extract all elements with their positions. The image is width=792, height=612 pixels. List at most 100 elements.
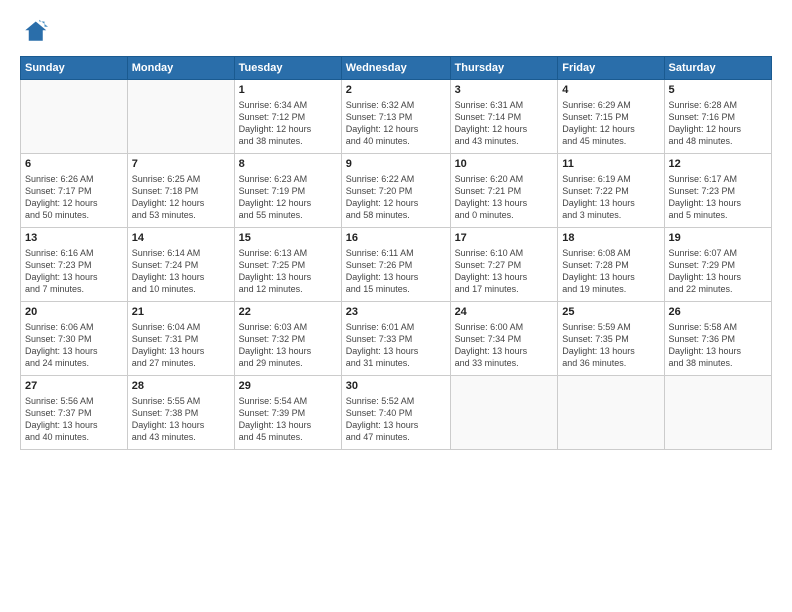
day-info: Sunrise: 6:22 AM Sunset: 7:20 PM Dayligh… [346,173,446,222]
day-number: 29 [239,379,337,394]
week-row-1: 1Sunrise: 6:34 AM Sunset: 7:12 PM Daylig… [21,80,772,154]
day-header-monday: Monday [127,57,234,80]
day-info: Sunrise: 6:23 AM Sunset: 7:19 PM Dayligh… [239,173,337,222]
calendar-cell: 23Sunrise: 6:01 AM Sunset: 7:33 PM Dayli… [341,302,450,376]
calendar-body: 1Sunrise: 6:34 AM Sunset: 7:12 PM Daylig… [21,80,772,450]
calendar-cell: 24Sunrise: 6:00 AM Sunset: 7:34 PM Dayli… [450,302,558,376]
calendar-cell: 21Sunrise: 6:04 AM Sunset: 7:31 PM Dayli… [127,302,234,376]
day-info: Sunrise: 5:55 AM Sunset: 7:38 PM Dayligh… [132,395,230,444]
day-info: Sunrise: 6:07 AM Sunset: 7:29 PM Dayligh… [669,247,767,296]
calendar-cell: 25Sunrise: 5:59 AM Sunset: 7:35 PM Dayli… [558,302,664,376]
day-number: 12 [669,157,767,172]
day-info: Sunrise: 5:56 AM Sunset: 7:37 PM Dayligh… [25,395,123,444]
calendar-cell: 20Sunrise: 6:06 AM Sunset: 7:30 PM Dayli… [21,302,128,376]
calendar-cell: 27Sunrise: 5:56 AM Sunset: 7:37 PM Dayli… [21,376,128,450]
calendar-cell [21,80,128,154]
day-info: Sunrise: 5:58 AM Sunset: 7:36 PM Dayligh… [669,321,767,370]
day-info: Sunrise: 6:31 AM Sunset: 7:14 PM Dayligh… [455,99,554,148]
day-number: 10 [455,157,554,172]
calendar-cell [127,80,234,154]
calendar-cell: 3Sunrise: 6:31 AM Sunset: 7:14 PM Daylig… [450,80,558,154]
day-number: 7 [132,157,230,172]
calendar-cell [664,376,771,450]
day-header-saturday: Saturday [664,57,771,80]
day-number: 17 [455,231,554,246]
calendar-cell: 4Sunrise: 6:29 AM Sunset: 7:15 PM Daylig… [558,80,664,154]
day-info: Sunrise: 6:04 AM Sunset: 7:31 PM Dayligh… [132,321,230,370]
day-number: 3 [455,83,554,98]
day-info: Sunrise: 6:14 AM Sunset: 7:24 PM Dayligh… [132,247,230,296]
day-info: Sunrise: 6:06 AM Sunset: 7:30 PM Dayligh… [25,321,123,370]
calendar-table: SundayMondayTuesdayWednesdayThursdayFrid… [20,56,772,450]
day-number: 6 [25,157,123,172]
day-info: Sunrise: 6:11 AM Sunset: 7:26 PM Dayligh… [346,247,446,296]
week-row-2: 6Sunrise: 6:26 AM Sunset: 7:17 PM Daylig… [21,154,772,228]
week-row-3: 13Sunrise: 6:16 AM Sunset: 7:23 PM Dayli… [21,228,772,302]
calendar-cell: 11Sunrise: 6:19 AM Sunset: 7:22 PM Dayli… [558,154,664,228]
calendar-cell: 1Sunrise: 6:34 AM Sunset: 7:12 PM Daylig… [234,80,341,154]
header [20,18,772,46]
day-info: Sunrise: 5:52 AM Sunset: 7:40 PM Dayligh… [346,395,446,444]
calendar-cell: 7Sunrise: 6:25 AM Sunset: 7:18 PM Daylig… [127,154,234,228]
day-number: 19 [669,231,767,246]
day-info: Sunrise: 6:00 AM Sunset: 7:34 PM Dayligh… [455,321,554,370]
day-number: 5 [669,83,767,98]
calendar-cell: 18Sunrise: 6:08 AM Sunset: 7:28 PM Dayli… [558,228,664,302]
calendar-cell: 13Sunrise: 6:16 AM Sunset: 7:23 PM Dayli… [21,228,128,302]
day-info: Sunrise: 6:16 AM Sunset: 7:23 PM Dayligh… [25,247,123,296]
day-info: Sunrise: 6:19 AM Sunset: 7:22 PM Dayligh… [562,173,659,222]
day-number: 11 [562,157,659,172]
day-info: Sunrise: 6:20 AM Sunset: 7:21 PM Dayligh… [455,173,554,222]
calendar-cell: 12Sunrise: 6:17 AM Sunset: 7:23 PM Dayli… [664,154,771,228]
day-number: 18 [562,231,659,246]
calendar-cell: 26Sunrise: 5:58 AM Sunset: 7:36 PM Dayli… [664,302,771,376]
day-number: 13 [25,231,123,246]
calendar-cell: 16Sunrise: 6:11 AM Sunset: 7:26 PM Dayli… [341,228,450,302]
calendar-cell: 10Sunrise: 6:20 AM Sunset: 7:21 PM Dayli… [450,154,558,228]
day-header-tuesday: Tuesday [234,57,341,80]
day-number: 22 [239,305,337,320]
day-number: 25 [562,305,659,320]
calendar-cell [558,376,664,450]
day-info: Sunrise: 6:25 AM Sunset: 7:18 PM Dayligh… [132,173,230,222]
day-info: Sunrise: 6:03 AM Sunset: 7:32 PM Dayligh… [239,321,337,370]
day-info: Sunrise: 6:13 AM Sunset: 7:25 PM Dayligh… [239,247,337,296]
day-info: Sunrise: 6:29 AM Sunset: 7:15 PM Dayligh… [562,99,659,148]
calendar-header-row: SundayMondayTuesdayWednesdayThursdayFrid… [21,57,772,80]
calendar-cell: 30Sunrise: 5:52 AM Sunset: 7:40 PM Dayli… [341,376,450,450]
logo-icon [20,18,48,46]
calendar-cell: 29Sunrise: 5:54 AM Sunset: 7:39 PM Dayli… [234,376,341,450]
day-number: 26 [669,305,767,320]
week-row-4: 20Sunrise: 6:06 AM Sunset: 7:30 PM Dayli… [21,302,772,376]
day-info: Sunrise: 6:28 AM Sunset: 7:16 PM Dayligh… [669,99,767,148]
calendar-cell: 6Sunrise: 6:26 AM Sunset: 7:17 PM Daylig… [21,154,128,228]
calendar-cell [450,376,558,450]
day-info: Sunrise: 6:26 AM Sunset: 7:17 PM Dayligh… [25,173,123,222]
day-info: Sunrise: 6:34 AM Sunset: 7:12 PM Dayligh… [239,99,337,148]
day-header-sunday: Sunday [21,57,128,80]
day-info: Sunrise: 5:59 AM Sunset: 7:35 PM Dayligh… [562,321,659,370]
day-number: 4 [562,83,659,98]
day-info: Sunrise: 6:32 AM Sunset: 7:13 PM Dayligh… [346,99,446,148]
logo [20,18,52,46]
calendar-cell: 8Sunrise: 6:23 AM Sunset: 7:19 PM Daylig… [234,154,341,228]
calendar-cell: 17Sunrise: 6:10 AM Sunset: 7:27 PM Dayli… [450,228,558,302]
day-info: Sunrise: 6:08 AM Sunset: 7:28 PM Dayligh… [562,247,659,296]
day-header-wednesday: Wednesday [341,57,450,80]
calendar-cell: 19Sunrise: 6:07 AM Sunset: 7:29 PM Dayli… [664,228,771,302]
day-number: 20 [25,305,123,320]
calendar-cell: 15Sunrise: 6:13 AM Sunset: 7:25 PM Dayli… [234,228,341,302]
calendar-cell: 2Sunrise: 6:32 AM Sunset: 7:13 PM Daylig… [341,80,450,154]
day-number: 28 [132,379,230,394]
calendar-cell: 28Sunrise: 5:55 AM Sunset: 7:38 PM Dayli… [127,376,234,450]
day-info: Sunrise: 6:17 AM Sunset: 7:23 PM Dayligh… [669,173,767,222]
calendar-cell: 5Sunrise: 6:28 AM Sunset: 7:16 PM Daylig… [664,80,771,154]
day-number: 14 [132,231,230,246]
calendar-cell: 22Sunrise: 6:03 AM Sunset: 7:32 PM Dayli… [234,302,341,376]
week-row-5: 27Sunrise: 5:56 AM Sunset: 7:37 PM Dayli… [21,376,772,450]
day-header-friday: Friday [558,57,664,80]
day-number: 2 [346,83,446,98]
day-number: 16 [346,231,446,246]
day-number: 27 [25,379,123,394]
day-number: 21 [132,305,230,320]
